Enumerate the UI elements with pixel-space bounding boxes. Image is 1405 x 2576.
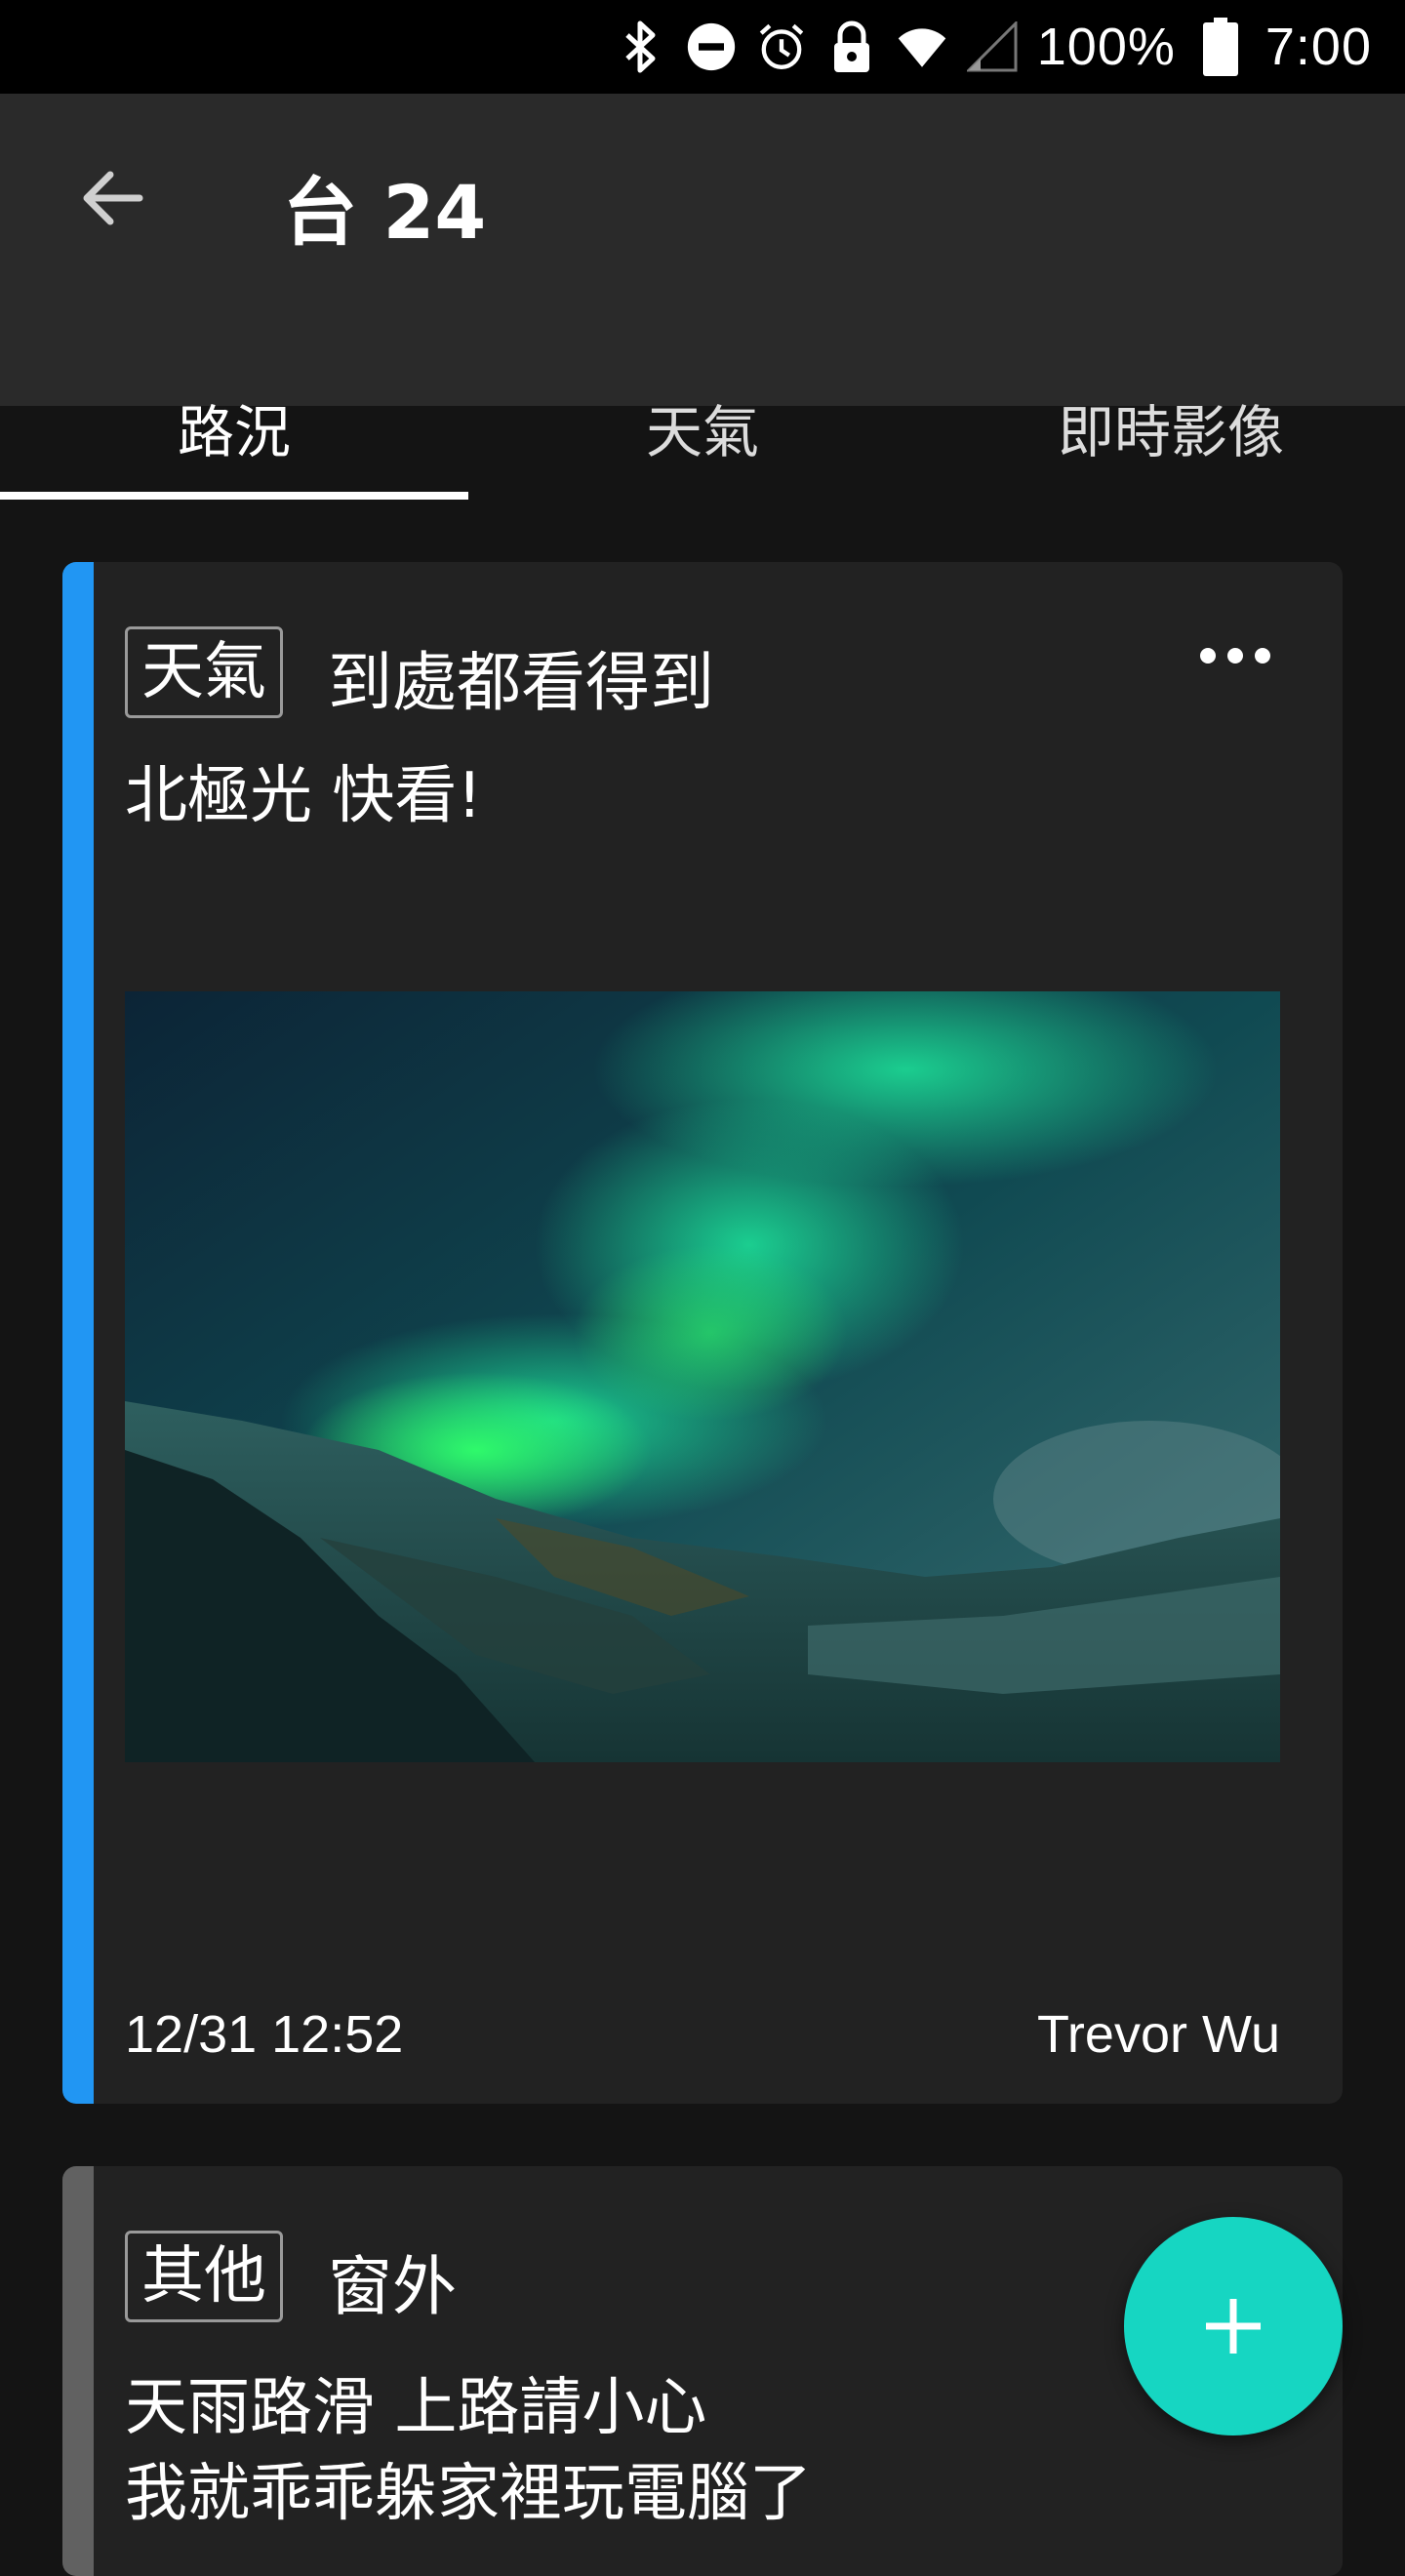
bluetooth-icon bbox=[616, 20, 666, 73]
status-bar: 100% 7:00 bbox=[0, 0, 1405, 94]
post-card[interactable]: 天氣 到處都看得到 北極光 快看! 12/31 12:52 Trevor Wu bbox=[62, 562, 1343, 2104]
more-dot bbox=[1255, 648, 1270, 664]
post-timestamp: 12/31 12:52 bbox=[125, 2005, 404, 2064]
post-author: Trevor Wu bbox=[1036, 2005, 1280, 2064]
card-accent-stripe bbox=[62, 2166, 94, 2576]
arrow-back-icon bbox=[83, 171, 143, 225]
more-options-button[interactable] bbox=[1186, 607, 1284, 704]
lock-icon bbox=[826, 20, 877, 72]
post-headline: 窗外 bbox=[328, 2249, 457, 2324]
active-tab-indicator bbox=[0, 492, 468, 500]
cell-signal-icon bbox=[966, 21, 1018, 72]
battery-percentage: 100% bbox=[1036, 18, 1176, 76]
battery-icon bbox=[1195, 18, 1246, 76]
card-accent-stripe bbox=[62, 562, 94, 2104]
back-button[interactable] bbox=[59, 144, 166, 252]
plus-icon bbox=[1206, 2299, 1261, 2354]
do-not-disturb-icon bbox=[686, 21, 737, 72]
add-post-button[interactable] bbox=[1124, 2217, 1343, 2435]
alarm-icon bbox=[756, 21, 807, 72]
aurora-photo[interactable] bbox=[125, 991, 1280, 1762]
tab-live-video[interactable]: 即時影像 bbox=[937, 386, 1405, 468]
clock: 7:00 bbox=[1264, 18, 1372, 76]
more-dot bbox=[1227, 648, 1243, 664]
tab-bar: 路況 天氣 即時影像 bbox=[0, 347, 1405, 503]
app-bar: 台 24 路況 天氣 即時影像 bbox=[0, 94, 1405, 465]
page-title: 台 24 bbox=[283, 169, 487, 256]
category-tag: 其他 bbox=[125, 2231, 283, 2322]
tab-weather[interactable]: 天氣 bbox=[468, 386, 937, 468]
post-headline: 到處都看得到 bbox=[328, 645, 714, 720]
tab-road-conditions[interactable]: 路況 bbox=[0, 386, 468, 468]
category-tag: 天氣 bbox=[125, 626, 283, 718]
more-dot bbox=[1200, 648, 1216, 664]
post-body: 北極光 快看! bbox=[125, 760, 482, 832]
post-body: 天雨路滑 上路請小心 我就乖乖躲家裡玩電腦了 bbox=[125, 2372, 812, 2530]
wifi-icon bbox=[897, 21, 947, 72]
